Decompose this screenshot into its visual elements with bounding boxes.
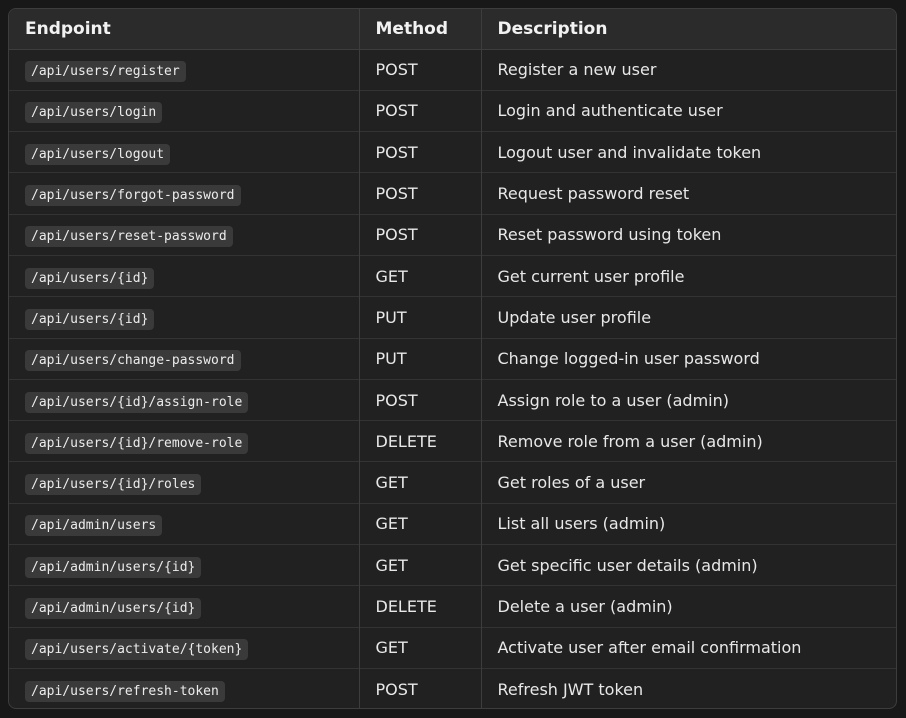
endpoint-cell: /api/users/reset-password <box>9 213 359 256</box>
endpoint-path: /api/users/login <box>25 102 163 124</box>
table-header-row: Endpoint Method Description <box>9 9 896 50</box>
endpoint-path: /api/users/{id}/roles <box>25 474 202 496</box>
header-method: Method <box>358 9 481 50</box>
endpoint-path: /api/users/{id}/assign-role <box>25 391 249 413</box>
method-cell: GET <box>358 544 481 586</box>
endpoint-cell: /api/users/{id} <box>9 296 359 339</box>
description-cell: Get current user profile <box>480 254 896 297</box>
table-row: /api/users/{id}/remove-role DELETE Remove … <box>9 420 896 462</box>
endpoint-cell: /api/users/refresh-token <box>9 667 359 708</box>
table-row: /api/users/activate/{token} GET Activate u… <box>9 626 896 669</box>
method-cell: POST <box>358 213 481 256</box>
endpoint-path: /api/users/refresh-token <box>25 680 225 702</box>
endpoint-table-container: Endpoint Method Description /api/users/r… <box>8 8 897 709</box>
table-row: /api/users/forgot-password POST Request pa… <box>9 172 896 215</box>
description-cell: Update user profile <box>480 296 896 339</box>
method-cell: POST <box>358 172 481 215</box>
table-row: /api/users/{id} PUT Update user profile <box>9 296 896 339</box>
table-row: /api/admin/users/{id} GET Get specific use… <box>9 544 896 586</box>
description-cell: Delete a user (admin) <box>480 585 896 628</box>
endpoint-path: /api/admin/users/{id} <box>25 556 202 578</box>
endpoint-cell: /api/users/register <box>9 49 359 90</box>
endpoint-path: /api/users/reset-password <box>25 226 233 248</box>
endpoint-cell: /api/users/{id}/remove-role <box>9 420 359 462</box>
description-cell: Login and authenticate user <box>480 89 896 132</box>
table-row: /api/users/register POST Register a new us… <box>9 49 896 91</box>
description-cell: List all users (admin) <box>480 502 896 545</box>
method-cell: POST <box>358 667 481 708</box>
endpoint-cell: /api/users/{id}/roles <box>9 461 359 504</box>
header-description: Description <box>480 9 896 50</box>
table-row: /api/users/{id}/roles GET Get roles of a u… <box>9 461 896 504</box>
table-row: /api/admin/users/{id} DELETE Delete a user… <box>9 585 896 628</box>
endpoint-path: /api/users/change-password <box>25 350 241 372</box>
description-cell: Request password reset <box>480 172 896 215</box>
table-row: /api/users/{id} GET Get current user profi… <box>9 254 896 297</box>
description-cell: Get roles of a user <box>480 461 896 504</box>
table-row: /api/users/reset-password POST Reset passw… <box>9 213 896 256</box>
table-row: /api/admin/users GET List all users (admin… <box>9 502 896 545</box>
endpoint-cell: /api/admin/users/{id} <box>9 585 359 628</box>
table-row: /api/users/{id}/assign-role POST Assign ro… <box>9 378 896 421</box>
endpoint-path: /api/users/logout <box>25 143 171 165</box>
endpoint-table: Endpoint Method Description /api/users/r… <box>9 9 896 708</box>
method-cell: POST <box>358 131 481 173</box>
method-cell: GET <box>358 254 481 297</box>
description-cell: Register a new user <box>480 49 896 91</box>
endpoint-path: /api/users/forgot-password <box>25 185 241 207</box>
description-cell: Refresh JWT token <box>480 667 896 708</box>
header-endpoint: Endpoint <box>9 9 359 50</box>
description-cell: Logout user and invalidate token <box>480 131 896 173</box>
endpoint-cell: /api/users/{id} <box>9 254 359 297</box>
table-row: /api/users/login POST Login and authentica… <box>9 89 896 132</box>
table-row: /api/users/change-password PUT Change logg… <box>9 337 896 380</box>
endpoint-path: /api/users/activate/{token} <box>25 639 249 661</box>
endpoint-cell: /api/users/login <box>9 89 359 132</box>
method-cell: DELETE <box>358 420 481 462</box>
endpoint-path: /api/users/{id} <box>25 267 155 289</box>
method-cell: GET <box>358 461 481 504</box>
endpoint-path: /api/users/{id}/remove-role <box>25 432 249 454</box>
method-cell: GET <box>358 626 481 669</box>
method-cell: POST <box>358 49 481 91</box>
method-cell: PUT <box>358 337 481 380</box>
endpoint-path: /api/admin/users <box>25 515 163 537</box>
endpoint-cell: /api/users/forgot-password <box>9 172 359 215</box>
method-cell: GET <box>358 502 481 545</box>
method-cell: PUT <box>358 296 481 339</box>
description-cell: Get specific user details (admin) <box>480 544 896 586</box>
table-row: /api/users/logout POST Logout user and inv… <box>9 131 896 173</box>
endpoint-path: /api/users/register <box>25 61 186 83</box>
endpoint-cell: /api/users/activate/{token} <box>9 626 359 669</box>
table-row: /api/users/refresh-token POST Refresh JWT … <box>9 667 896 708</box>
description-cell: Remove role from a user (admin) <box>480 420 896 462</box>
endpoint-cell: /api/admin/users/{id} <box>9 544 359 586</box>
description-cell: Change logged-in user password <box>480 337 896 380</box>
endpoint-cell: /api/users/{id}/assign-role <box>9 378 359 421</box>
description-cell: Reset password using token <box>480 213 896 256</box>
method-cell: POST <box>358 89 481 132</box>
endpoint-path: /api/users/{id} <box>25 308 155 330</box>
description-cell: Assign role to a user (admin) <box>480 378 896 421</box>
method-cell: POST <box>358 378 481 421</box>
endpoint-path: /api/admin/users/{id} <box>25 598 202 619</box>
endpoint-cell: /api/users/change-password <box>9 337 359 380</box>
endpoint-cell: /api/users/logout <box>9 131 359 173</box>
method-cell: DELETE <box>358 585 481 628</box>
endpoint-cell: /api/admin/users <box>9 502 359 545</box>
description-cell: Activate user after email confirmation <box>480 626 896 669</box>
